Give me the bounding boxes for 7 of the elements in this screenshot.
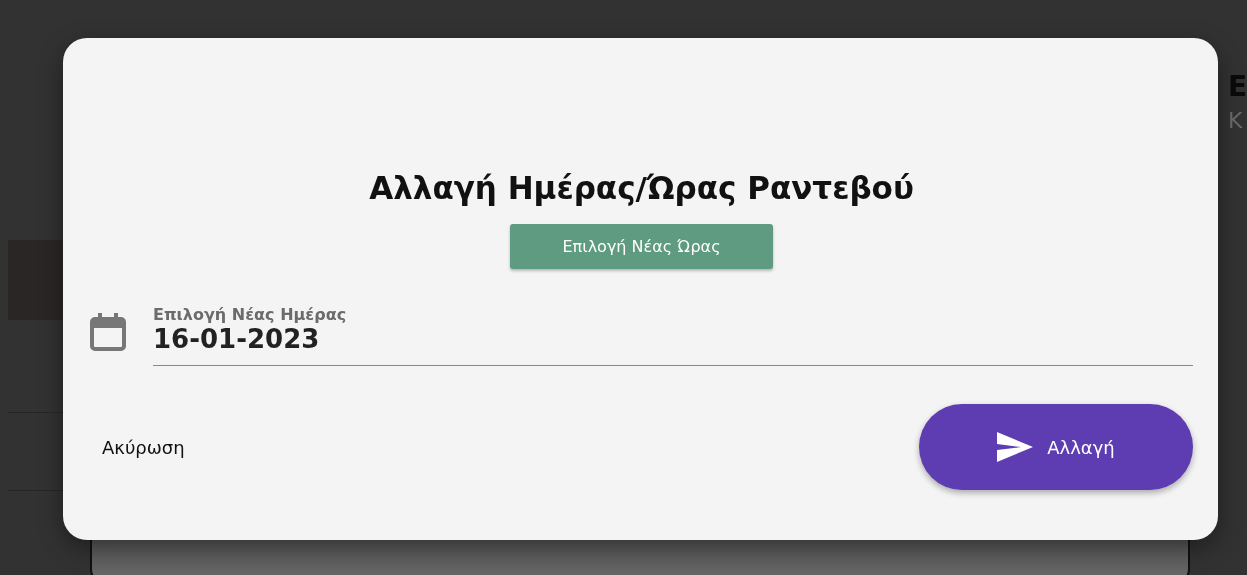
page-subtitle: Κ bbox=[1228, 108, 1243, 133]
calendar-icon[interactable] bbox=[90, 313, 126, 352]
date-field[interactable]: Επιλογή Νέας Ημέρας 16-01-2023 bbox=[153, 305, 1193, 367]
submit-button[interactable]: Αλλαγή bbox=[919, 404, 1193, 491]
cancel-button[interactable]: Ακύρωση bbox=[90, 430, 197, 464]
send-icon bbox=[997, 432, 1034, 463]
dialog-title: Αλλαγή Ημέρας/Ώρας Ραντεβού bbox=[368, 170, 915, 208]
